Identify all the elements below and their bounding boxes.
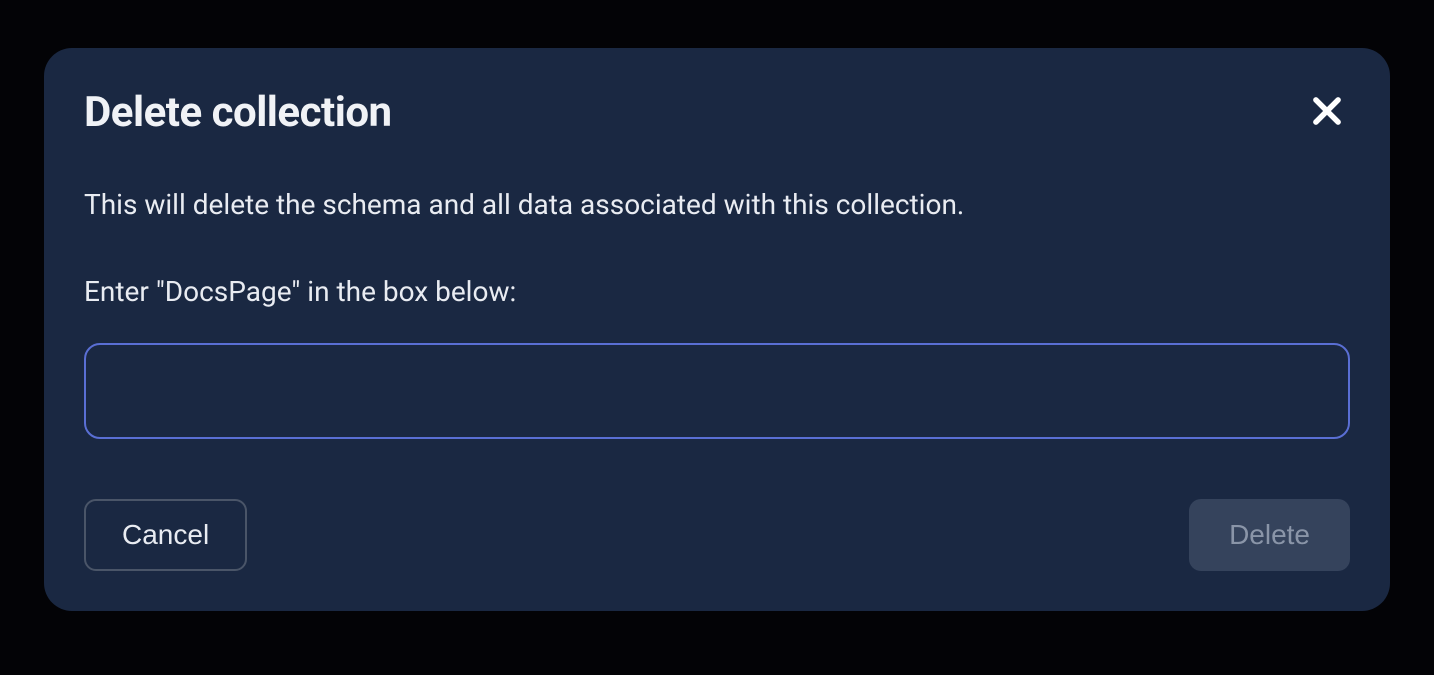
warning-text: This will delete the schema and all data… <box>84 185 1350 224</box>
delete-collection-dialog: Delete collection This will delete the s… <box>44 48 1390 611</box>
delete-button[interactable]: Delete <box>1189 499 1350 571</box>
cancel-button[interactable]: Cancel <box>84 499 247 571</box>
dialog-header: Delete collection <box>84 88 1350 137</box>
close-button[interactable] <box>1304 88 1350 134</box>
close-icon <box>1308 92 1346 130</box>
confirmation-input[interactable] <box>84 343 1350 439</box>
dialog-body: This will delete the schema and all data… <box>84 185 1350 439</box>
dialog-title: Delete collection <box>84 88 392 137</box>
dialog-footer: Cancel Delete <box>84 499 1350 571</box>
confirmation-prompt: Enter "DocsPage" in the box below: <box>84 272 1350 311</box>
